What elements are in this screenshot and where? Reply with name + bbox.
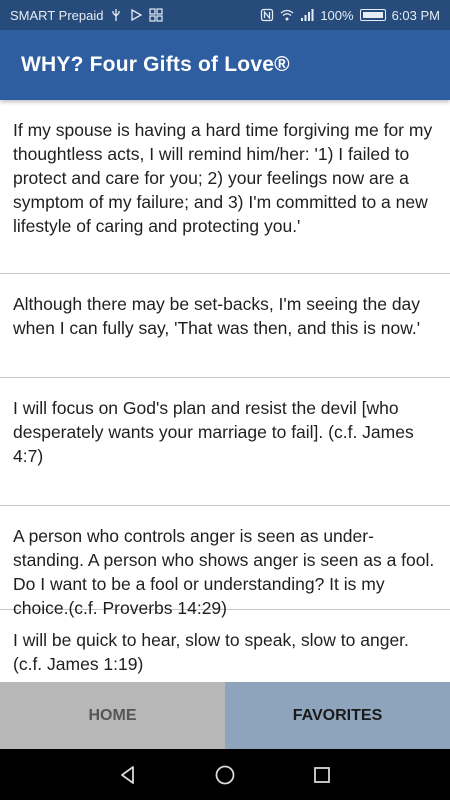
list-item[interactable]: I will be quick to hear, slow to speak, … — [0, 610, 450, 682]
usb-icon — [109, 8, 123, 22]
status-bar: SMART Prepaid 100% 6:03 PM — [0, 0, 450, 30]
list-item[interactable]: If my spouse is having a hard time forgi… — [0, 100, 450, 274]
app-bar: WHY? Four Gifts of Love® — [0, 30, 450, 100]
list-item-text: I will focus on God's plan and resist th… — [13, 398, 414, 466]
app-title: WHY? Four Gifts of Love® — [21, 53, 290, 76]
battery-icon — [359, 9, 386, 21]
bottom-tabs: HOME FAVORITES — [0, 682, 450, 749]
back-icon[interactable] — [116, 763, 140, 787]
clock: 6:03 PM — [391, 7, 440, 23]
list-item[interactable]: Although there may be set-backs, I'm see… — [0, 274, 450, 378]
system-nav-bar — [0, 749, 450, 800]
list-item[interactable]: I will focus on God's plan and resist th… — [0, 378, 450, 506]
list-item[interactable]: A person who controls anger is seen as u… — [0, 506, 450, 618]
list-item-text: I will be quick to hear, slow to speak, … — [13, 630, 409, 674]
gallery-icon — [149, 8, 164, 22]
wifi-icon — [280, 8, 294, 22]
signal-icon — [300, 8, 314, 22]
recents-icon[interactable] — [310, 763, 334, 787]
affirmation-list[interactable]: If my spouse is having a hard time forgi… — [0, 100, 450, 682]
tab-favorites[interactable]: FAVORITES — [225, 682, 450, 749]
home-circle-icon[interactable] — [213, 763, 237, 787]
status-left: SMART Prepaid — [10, 7, 164, 23]
list-item-text: If my spouse is having a hard time forgi… — [13, 120, 433, 236]
nfc-icon — [260, 8, 274, 22]
tab-home[interactable]: HOME — [0, 682, 225, 749]
play-store-icon — [129, 8, 143, 22]
battery-percent: 100% — [320, 7, 354, 23]
list-item-text: A person who controls anger is seen as u… — [13, 526, 435, 618]
status-right: 100% 6:03 PM — [260, 8, 440, 23]
carrier-name: SMART Prepaid — [10, 7, 104, 23]
list-item-text: Although there may be set-backs, I'm see… — [13, 294, 421, 338]
